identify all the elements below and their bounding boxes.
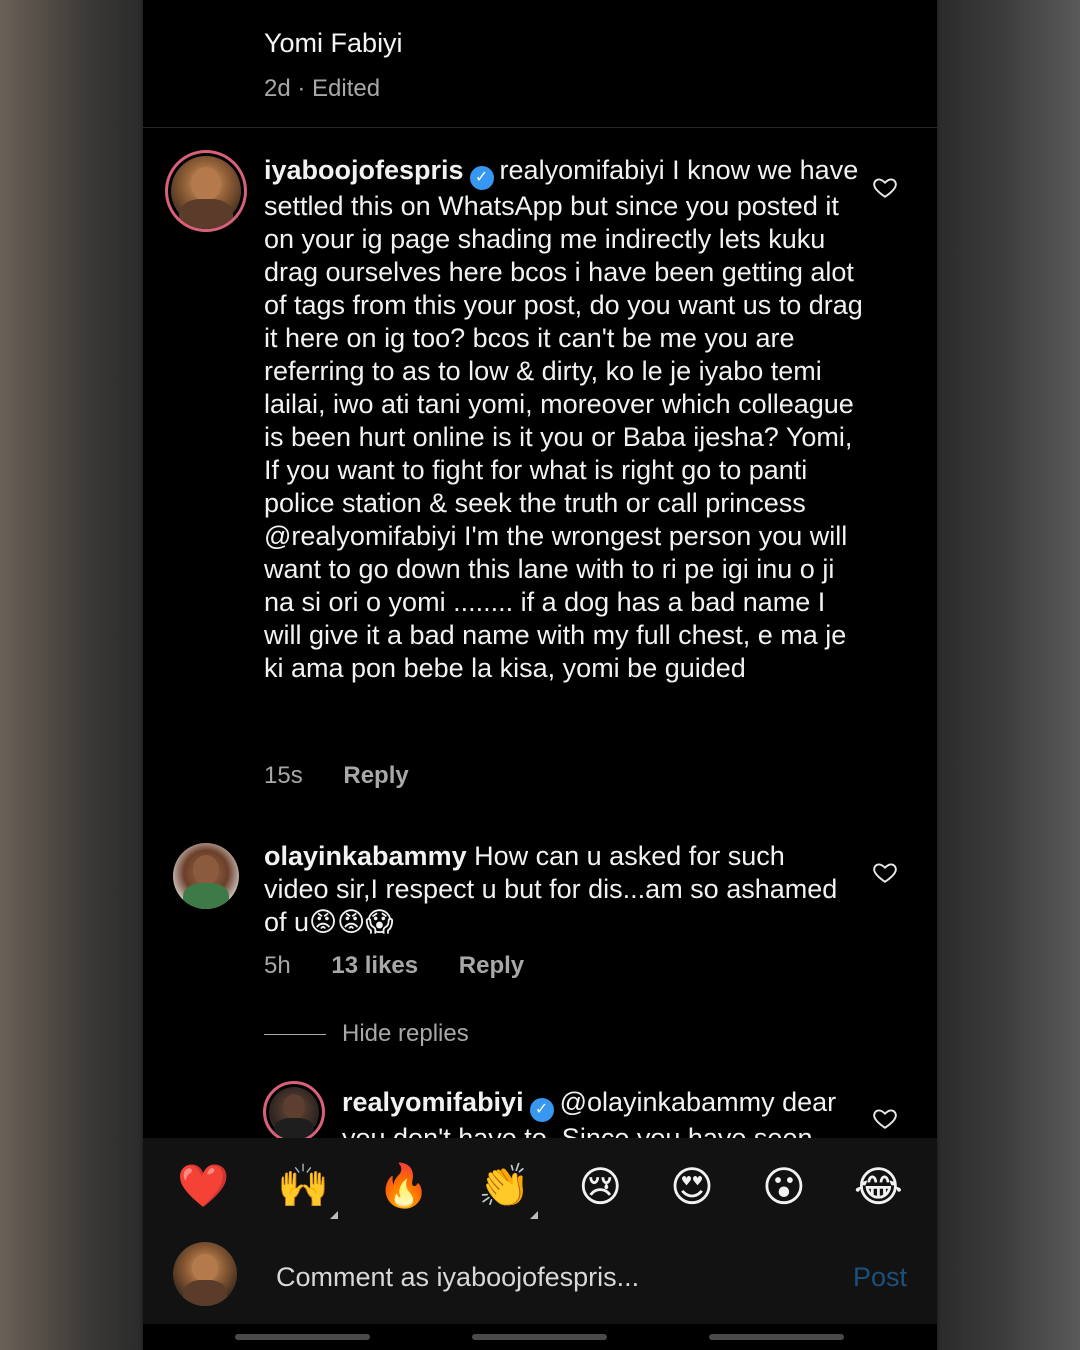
avatar[interactable] (173, 843, 239, 909)
hide-replies-label: Hide replies (342, 1020, 469, 1047)
comment-username[interactable]: realyomifabiyi (342, 1087, 524, 1117)
reaction-laugh-icon[interactable]: 😂 (854, 1162, 903, 1211)
gesture-nav-bar (143, 1324, 937, 1350)
nav-handle-right[interactable] (709, 1334, 844, 1340)
reaction-clap-glyph: 👏 (478, 1161, 531, 1209)
avatar[interactable] (165, 150, 247, 232)
comment-time: 5h (264, 952, 291, 979)
post-meta: 2d · Edited (264, 75, 381, 102)
nav-handle-left[interactable] (235, 1334, 370, 1340)
nav-handle-center[interactable] (472, 1334, 607, 1340)
comment-time: 15s (264, 762, 303, 789)
reply-button[interactable]: Reply (459, 952, 524, 979)
phone-screen: Yomi Fabiyi 2d · Edited iyaboojofespris ✓… (143, 0, 937, 1350)
reaction-raised-hands-icon[interactable]: 🙌 (277, 1161, 338, 1219)
verified-badge-icon: ✓ (469, 166, 494, 190)
like-heart-icon[interactable] (872, 174, 898, 200)
composer-avatar (173, 1242, 237, 1306)
reaction-heart-icon[interactable]: ❤️ (177, 1162, 229, 1211)
comment-text: olayinkabammy How can u asked for such v… (264, 840, 844, 939)
comment-meta: 15s Reply (264, 762, 443, 790)
reaction-raised-hands-glyph: 🙌 (277, 1161, 330, 1209)
verified-badge-icon: ✓ (529, 1098, 554, 1122)
hide-replies-button[interactable]: Hide replies (264, 1020, 469, 1048)
like-heart-icon[interactable] (872, 859, 898, 885)
avatar[interactable] (263, 1081, 325, 1143)
post-header: Yomi Fabiyi 2d · Edited (264, 28, 403, 103)
comment-username[interactable]: iyaboojofespris (264, 155, 464, 185)
reaction-clap-icon[interactable]: 👏 (478, 1161, 539, 1219)
reaction-fire-icon[interactable]: 🔥 (378, 1162, 430, 1211)
reaction-surprised-icon[interactable]: 😮 (762, 1162, 806, 1211)
post-button[interactable]: Post (853, 1262, 907, 1293)
comment-body: realyomifabiyi I know we have settled th… (264, 155, 863, 683)
comment-username[interactable]: olayinkabammy (264, 841, 467, 871)
comment-composer: Comment as iyaboojofespris... Post (143, 1234, 937, 1324)
likes-count[interactable]: 13 likes (331, 952, 418, 979)
reaction-heart-eyes-icon[interactable]: 😍 (670, 1162, 714, 1211)
like-heart-icon[interactable] (872, 1105, 898, 1131)
post-author[interactable]: Yomi Fabiyi (264, 28, 403, 59)
comment-meta: 5h 13 likes Reply (264, 952, 558, 980)
comment-input[interactable]: Comment as iyaboojofespris... (276, 1262, 639, 1293)
reply-button[interactable]: Reply (343, 762, 408, 789)
quick-reactions-bar: ❤️ 🙌 🔥 👏 😢 😍 😮 😂 (143, 1138, 937, 1234)
reaction-cry-icon[interactable]: 😢 (578, 1162, 622, 1211)
comment-text: iyaboojofespris ✓ realyomifabiyi I know we… (264, 154, 864, 685)
hide-replies-line (264, 1034, 326, 1036)
divider (143, 127, 937, 128)
